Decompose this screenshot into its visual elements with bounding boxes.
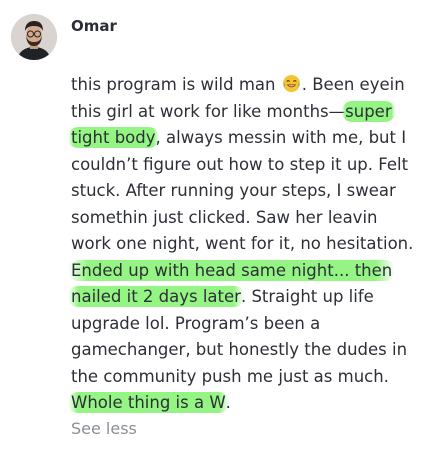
avatar[interactable]	[11, 14, 57, 60]
see-less-link[interactable]: See less	[71, 418, 137, 440]
laughing-tears-emoji-icon	[282, 74, 300, 93]
post-body: this program is wild man . Been eyein th…	[68, 72, 416, 417]
post-text-segment: .	[225, 393, 231, 412]
post-text-segment: this program is wild man	[71, 75, 281, 94]
post-text: this program is wild man . Been eyein th…	[68, 72, 416, 417]
highlighted-text: Whole thing is a W	[68, 392, 229, 413]
avatar-photo	[11, 14, 57, 60]
author-name[interactable]: Omar	[71, 16, 117, 36]
